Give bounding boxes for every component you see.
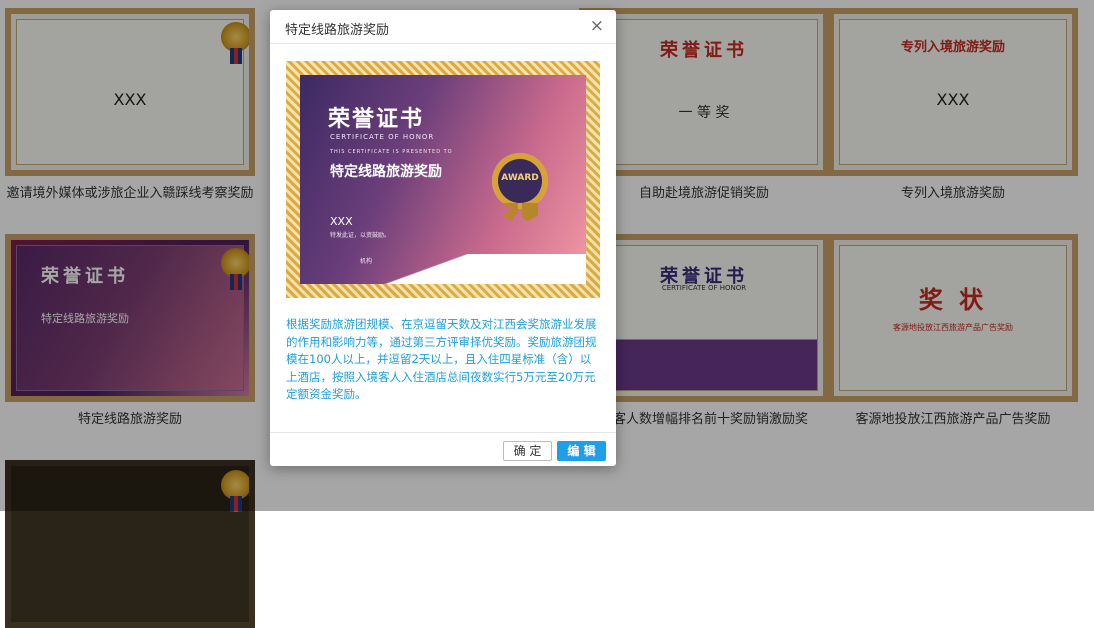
award-seal-icon: AWARD: [492, 153, 548, 209]
dialog-footer: 确 定 编 辑: [270, 432, 616, 466]
certificate-preview: 荣誉证书 CERTIFICATE OF HONOR THIS CERTIFICA…: [286, 61, 600, 298]
certificate-sub-text: 特发此证，以资鼓励。: [330, 232, 391, 239]
seal-text: AWARD: [501, 173, 539, 183]
certificate-sign: 机构: [360, 258, 373, 265]
dialog-title: 特定线路旅游奖励: [285, 23, 390, 38]
award-description: 根据奖励旅游团规模、在京逗留天数及对江西会奖旅游业发展的作用和影响力等，通过第三…: [286, 317, 597, 401]
close-icon[interactable]: ×: [590, 17, 604, 35]
award-detail-dialog: 特定线路旅游奖励 × 荣誉证书 CERTIFICATE OF HONOR THI…: [270, 10, 616, 466]
dialog-header: 特定线路旅游奖励 ×: [270, 10, 616, 44]
ribbon-icon: [502, 203, 538, 221]
certificate-award-name: 特定线路旅游奖励: [330, 164, 442, 180]
edit-button[interactable]: 编 辑: [557, 441, 606, 461]
certificate-recipient: XXX: [330, 215, 353, 228]
certificate-en-title: CERTIFICATE OF HONOR: [330, 133, 435, 141]
certificate-en-line: THIS CERTIFICATE IS PRESENTED TO: [330, 149, 453, 155]
confirm-button[interactable]: 确 定: [503, 441, 552, 461]
certificate-title: 荣誉证书: [328, 107, 425, 132]
